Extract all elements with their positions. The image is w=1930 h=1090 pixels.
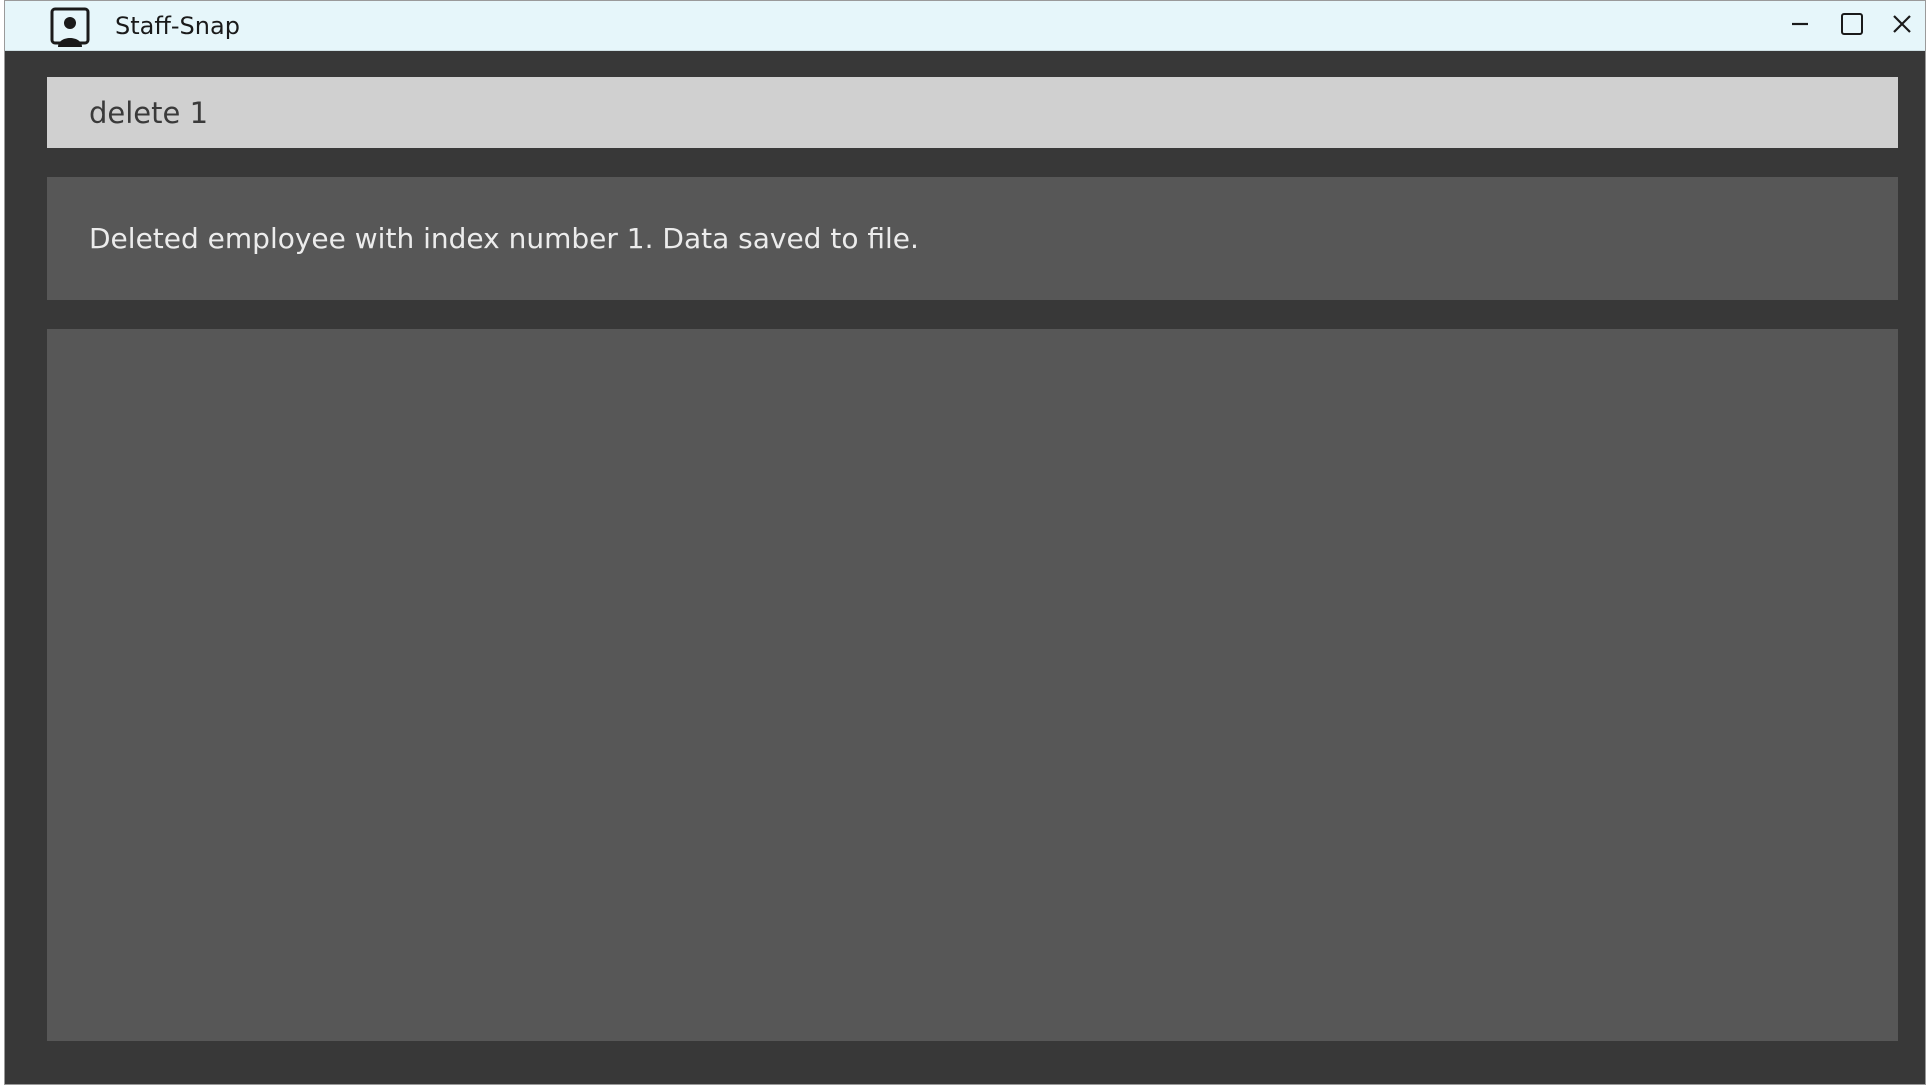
minimize-button[interactable] xyxy=(1775,1,1825,51)
window-title: Staff-Snap xyxy=(115,12,240,40)
person-badge-icon xyxy=(50,7,90,47)
command-input[interactable] xyxy=(89,77,1898,148)
maximize-button[interactable] xyxy=(1827,1,1877,51)
employee-list-panel[interactable] xyxy=(47,329,1898,1041)
close-button[interactable] xyxy=(1877,1,1925,51)
minimize-icon xyxy=(1789,13,1811,39)
command-box[interactable] xyxy=(47,77,1898,148)
maximize-icon xyxy=(1840,12,1864,40)
result-message: Deleted employee with index number 1. Da… xyxy=(89,222,919,255)
title-bar[interactable]: Staff-Snap xyxy=(5,1,1925,51)
close-icon xyxy=(1891,13,1913,39)
app-window: Staff-Snap delete 1 Deleted employee wit… xyxy=(4,0,1926,1085)
result-display: Deleted employee with index number 1. Da… xyxy=(47,177,1898,300)
